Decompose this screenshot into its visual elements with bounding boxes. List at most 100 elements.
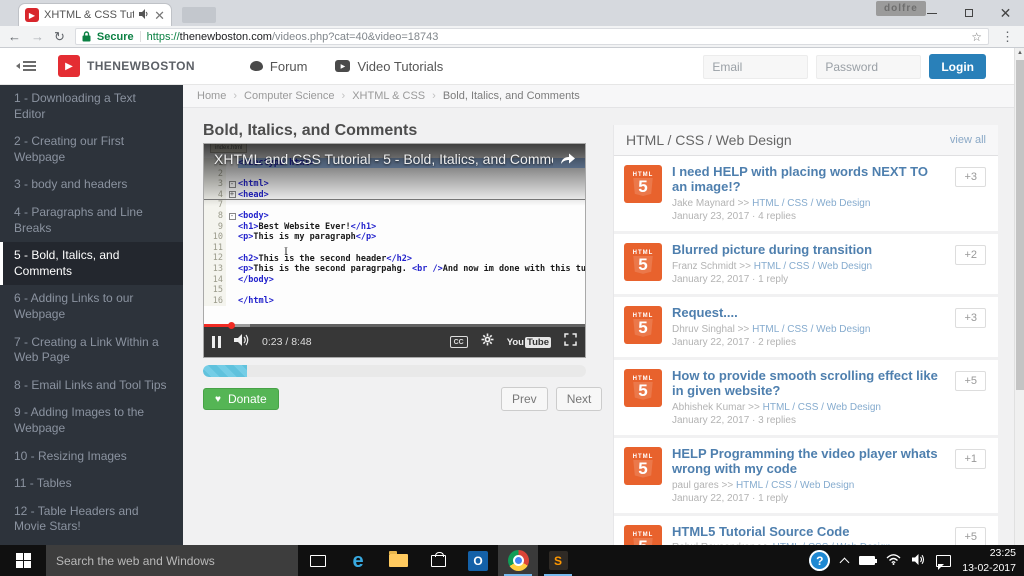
- help-icon[interactable]: ?: [809, 550, 831, 571]
- code-line: 14 </body>: [204, 274, 585, 286]
- wifi-icon[interactable]: [886, 552, 901, 570]
- forum-post[interactable]: HTML 5 Request.... Dhruv Singhal >> HTML / …: [614, 296, 998, 357]
- close-button[interactable]: ✕: [987, 0, 1024, 26]
- youtube-logo[interactable]: You Tube: [507, 336, 551, 348]
- vote-badge[interactable]: +2: [955, 244, 986, 265]
- vote-badge[interactable]: +3: [955, 307, 986, 328]
- prev-button[interactable]: Prev: [501, 387, 548, 411]
- sidebar-item[interactable]: 5 - Bold, Italics, and Comments: [0, 242, 183, 286]
- post-title[interactable]: Request....: [672, 305, 942, 321]
- tab-close-icon[interactable]: ✕: [154, 9, 165, 22]
- breadcrumb-link[interactable]: Home: [197, 90, 226, 102]
- post-title[interactable]: Blurred picture during transition: [672, 242, 942, 258]
- login-button[interactable]: Login: [929, 54, 986, 79]
- sidebar-item[interactable]: 3 - body and headers: [0, 171, 183, 199]
- sidebar-toggle-icon[interactable]: [16, 63, 36, 69]
- new-tab-button[interactable]: [182, 7, 216, 23]
- browser-menu-icon[interactable]: ⋮: [999, 29, 1016, 45]
- post-author[interactable]: paul gares: [672, 480, 719, 491]
- password-field[interactable]: [816, 54, 922, 79]
- view-all-link[interactable]: view all: [950, 134, 986, 146]
- post-author[interactable]: Dhruv Singhal: [672, 324, 735, 335]
- post-author[interactable]: Abhishek Kumar: [672, 402, 745, 413]
- secure-label[interactable]: Secure: [97, 31, 134, 43]
- donate-button[interactable]: ♥ Donate: [203, 388, 279, 410]
- sidebar-item[interactable]: 12 - Table Headers and Movie Stars!: [0, 498, 183, 541]
- sidebar-item[interactable]: 8 - Email Links and Tool Tips: [0, 372, 183, 400]
- battery-icon[interactable]: [859, 556, 878, 565]
- vote-badge[interactable]: +1: [955, 448, 986, 469]
- taskbar-search[interactable]: Search the web and Windows: [46, 545, 298, 576]
- scrollbar-thumb[interactable]: [1016, 60, 1024, 390]
- next-button[interactable]: Next: [555, 387, 603, 411]
- post-category-link[interactable]: HTML / CSS / Web Design: [736, 480, 854, 491]
- taskbar-clock[interactable]: 23:25 13-02-2017: [962, 546, 1016, 574]
- sidebar-item[interactable]: 7 - Creating a Link Within a Web Page: [0, 329, 183, 372]
- edge-button[interactable]: e: [338, 545, 378, 576]
- email-field[interactable]: [703, 54, 809, 79]
- sidebar-item[interactable]: 1 - Downloading a Text Editor: [0, 85, 183, 128]
- sublime-button[interactable]: S: [538, 545, 578, 576]
- settings-gear-icon[interactable]: [481, 333, 494, 351]
- post-category-link[interactable]: HTML / CSS / Web Design: [752, 198, 870, 209]
- fullscreen-icon[interactable]: [564, 333, 577, 351]
- post-author-line: Dhruv Singhal >> HTML / CSS / Web Design: [672, 323, 871, 335]
- post-category-link[interactable]: HTML / CSS / Web Design: [754, 261, 872, 272]
- nav-video-tutorials[interactable]: ▶ Video Tutorials: [335, 59, 443, 74]
- nav-forum[interactable]: Forum: [249, 59, 307, 74]
- post-author[interactable]: Jake Maynard: [672, 198, 735, 209]
- breadcrumb-link[interactable]: Computer Science: [244, 90, 335, 102]
- video-player[interactable]: index.html 1<!doctype html>23-<html>4+<h…: [203, 143, 586, 358]
- share-icon[interactable]: [560, 152, 576, 170]
- vote-badge[interactable]: +5: [955, 526, 986, 547]
- sidebar-item[interactable]: 2 - Creating our First Webpage: [0, 128, 183, 171]
- back-icon[interactable]: ←: [8, 30, 21, 43]
- post-author[interactable]: Franz Schmidt: [672, 261, 736, 272]
- post-title[interactable]: I need HELP with placing words NEXT TO a…: [672, 164, 942, 195]
- file-explorer-button[interactable]: [378, 545, 418, 576]
- chrome-button[interactable]: [498, 545, 538, 576]
- forum-post[interactable]: HTML 5 HELP Programming the video player w…: [614, 437, 998, 513]
- forum-post[interactable]: HTML 5 Blurred picture during transition Fr…: [614, 233, 998, 294]
- page-scrollbar[interactable]: ▲: [1014, 48, 1024, 545]
- post-title[interactable]: How to provide smooth scrolling effect l…: [672, 368, 942, 399]
- task-view-button[interactable]: [298, 545, 338, 576]
- volume-icon[interactable]: [234, 333, 249, 351]
- speaker-icon[interactable]: [912, 552, 925, 570]
- forum-post[interactable]: HTML 5 How to provide smooth scrolling eff…: [614, 359, 998, 435]
- sidebar-item[interactable]: 11 - Tables: [0, 470, 183, 498]
- pause-button[interactable]: [212, 336, 221, 348]
- address-bar[interactable]: Secure https://thenewboston.com/videos.p…: [74, 28, 989, 45]
- restore-button[interactable]: [950, 0, 987, 26]
- start-button[interactable]: [0, 545, 46, 576]
- post-category-link[interactable]: HTML / CSS / Web Design: [763, 402, 881, 413]
- vote-badge[interactable]: +5: [955, 370, 986, 391]
- outlook-button[interactable]: O: [458, 545, 498, 576]
- bookmark-star-icon[interactable]: ☆: [971, 30, 982, 44]
- windows-taskbar: Search the web and Windows e O S ? 23:25…: [0, 545, 1024, 576]
- minimize-button[interactable]: [913, 0, 950, 26]
- action-center-icon[interactable]: [936, 554, 952, 570]
- post-category-link[interactable]: HTML / CSS / Web Design: [752, 324, 870, 335]
- store-button[interactable]: [418, 545, 458, 576]
- breadcrumb-link[interactable]: XHTML & CSS: [352, 90, 425, 102]
- sidebar-item[interactable]: 6 - Adding Links to our Webpage: [0, 285, 183, 328]
- vote-badge[interactable]: +3: [955, 167, 986, 187]
- hidden-icons-chevron[interactable]: [839, 557, 850, 567]
- fold-collapse-icon[interactable]: -: [228, 212, 236, 220]
- browser-tab[interactable]: ▶ XHTML & CSS Tutoria ✕: [18, 3, 172, 26]
- site-logo[interactable]: ▶ THENEWBOSTON: [58, 55, 195, 77]
- forward-icon[interactable]: →: [31, 30, 44, 43]
- sidebar-item[interactable]: 9 - Adding Images to the Webpage: [0, 399, 183, 442]
- post-title[interactable]: HTML5 Tutorial Source Code: [672, 524, 942, 540]
- fold-margin: -: [226, 212, 238, 220]
- tab-audio-icon[interactable]: [139, 6, 149, 24]
- captions-button[interactable]: CC: [449, 336, 468, 348]
- refresh-icon[interactable]: ↻: [54, 30, 65, 43]
- url-text[interactable]: https://thenewboston.com/videos.php?cat=…: [147, 31, 439, 43]
- scroll-up-icon[interactable]: ▲: [1015, 48, 1024, 58]
- sidebar-item[interactable]: 10 - Resizing Images: [0, 443, 183, 471]
- forum-post[interactable]: HTML 5 I need HELP with placing words NEXT…: [614, 156, 998, 231]
- post-title[interactable]: HELP Programming the video player whats …: [672, 446, 942, 477]
- sidebar-item[interactable]: 4 - Paragraphs and Line Breaks: [0, 199, 183, 242]
